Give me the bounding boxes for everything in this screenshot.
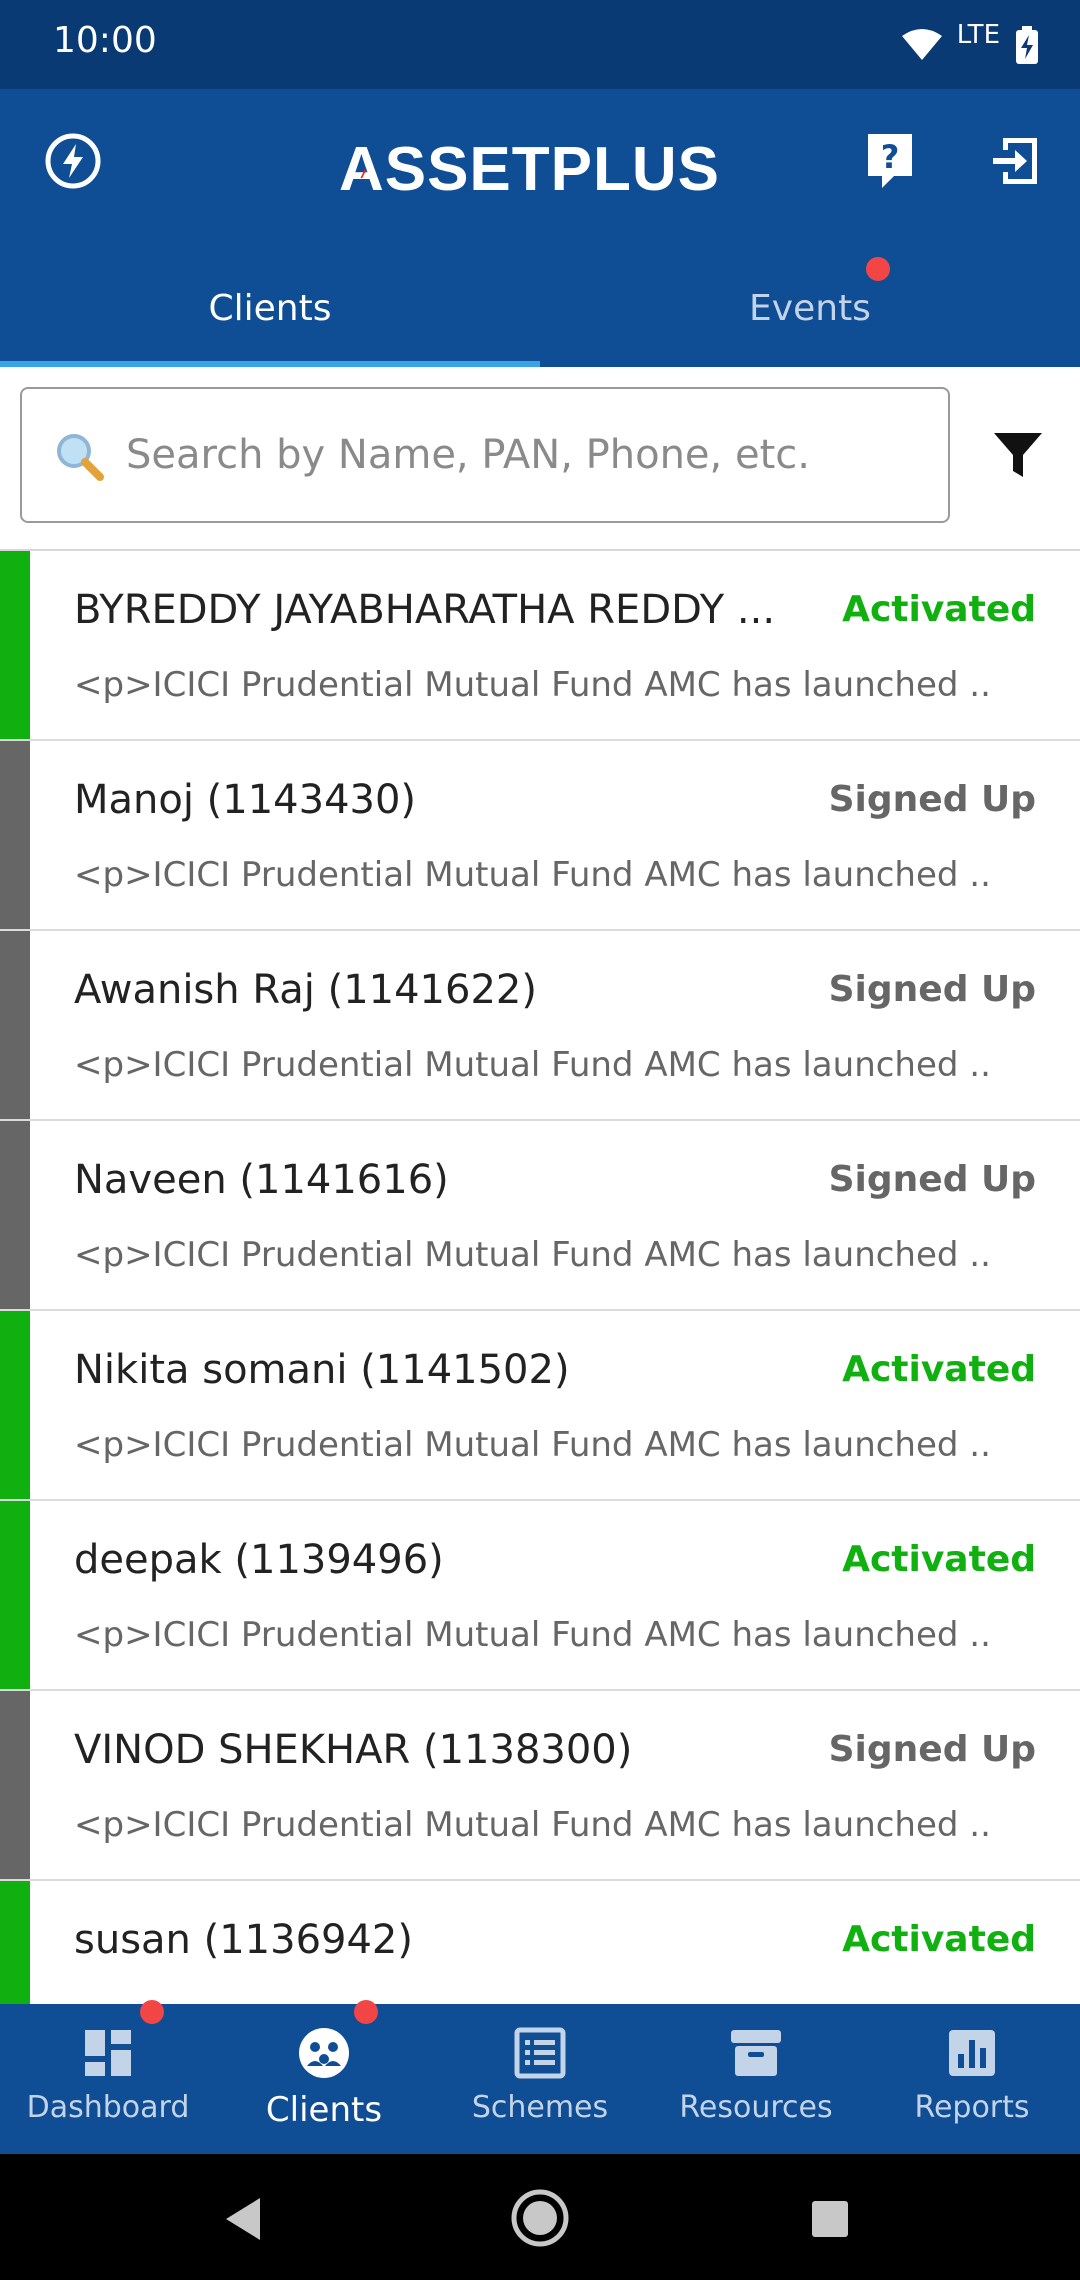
search-row: Search by Name, PAN, Phone, etc. — [0, 367, 1080, 551]
dashboard-notification-dot — [140, 2000, 164, 2024]
client-name: Naveen (1141616) — [74, 1157, 449, 1203]
filter-icon[interactable] — [990, 427, 1046, 483]
client-name: BYREDDY JAYABHARATHA REDDY ... — [74, 587, 776, 633]
client-status: Activated — [842, 1539, 1036, 1580]
help-icon: ? — [868, 134, 912, 188]
quick-actions-button[interactable] — [33, 121, 113, 201]
client-message-preview: <p>ICICI Prudential Mutual Fund AMC has … — [74, 1235, 994, 1275]
nav-schemes[interactable]: Schemes — [432, 2004, 648, 2154]
resources-icon — [731, 2030, 781, 2076]
logout-icon — [993, 138, 1037, 184]
tab-bar: Clients Events — [0, 249, 1080, 367]
client-row[interactable]: Awanish Raj (1141622) Signed Up <p>ICICI P… — [0, 931, 1080, 1121]
status-indicator-bar — [0, 741, 30, 929]
back-icon[interactable] — [222, 2196, 264, 2242]
client-name: susan (1136942) — [74, 1917, 413, 1963]
events-notification-dot — [866, 257, 890, 281]
client-status: Activated — [842, 1349, 1036, 1390]
client-name: deepak (1139496) — [74, 1537, 444, 1583]
client-row[interactable]: susan (1136942) Activated — [0, 1881, 1080, 2004]
network-type: LTE — [956, 20, 1000, 50]
status-indicator-bar — [0, 1881, 30, 2004]
dashboard-icon — [85, 2030, 131, 2076]
nav-resources-label: Resources — [679, 2090, 833, 2125]
wifi-icon — [901, 29, 942, 60]
nav-resources[interactable]: Resources — [648, 2004, 864, 2154]
nav-dashboard-label: Dashboard — [26, 2090, 190, 2125]
battery-charging-icon — [1016, 26, 1038, 64]
client-status: Signed Up — [828, 779, 1036, 820]
tab-clients[interactable]: Clients — [0, 249, 540, 367]
app-bar: ASSETPLUS ? Clients Events — [0, 89, 1080, 367]
client-message-preview: <p>ICICI Prudential Mutual Fund AMC has … — [74, 665, 994, 705]
status-bar: 10:00 LTE — [0, 0, 1080, 89]
status-time: 10:00 — [53, 20, 157, 61]
status-indicator-bar — [0, 1691, 30, 1879]
client-status: Activated — [842, 1919, 1036, 1960]
client-message-preview: <p>ICICI Prudential Mutual Fund AMC has … — [74, 1425, 994, 1465]
status-icons: LTE — [901, 18, 1040, 72]
nav-clients[interactable]: Clients — [216, 2000, 432, 2154]
nav-reports-label: Reports — [914, 2090, 1030, 2125]
client-row[interactable]: BYREDDY JAYABHARATHA REDDY ... Activated <… — [0, 551, 1080, 741]
client-name: Nikita somani (1141502) — [74, 1347, 570, 1393]
search-input[interactable]: Search by Name, PAN, Phone, etc. — [20, 387, 950, 523]
nav-reports[interactable]: Reports — [864, 2004, 1080, 2154]
client-name: Awanish Raj (1141622) — [74, 967, 537, 1013]
status-indicator-bar — [0, 1311, 30, 1499]
logo-mark-icon — [360, 168, 366, 179]
status-indicator-bar — [0, 931, 30, 1119]
status-indicator-bar — [0, 551, 30, 739]
schemes-icon — [514, 2027, 566, 2079]
client-row[interactable]: VINOD SHEKHAR (1138300) Signed Up <p>ICICI… — [0, 1691, 1080, 1881]
client-status: Signed Up — [828, 969, 1036, 1010]
logout-button[interactable] — [976, 121, 1056, 201]
help-button[interactable]: ? — [850, 121, 930, 201]
status-indicator-bar — [0, 1501, 30, 1689]
logo-text: ASSETPLUS — [338, 134, 720, 204]
client-message-preview: <p>ICICI Prudential Mutual Fund AMC has … — [74, 1805, 994, 1845]
client-list: BYREDDY JAYABHARATHA REDDY ... Activated <… — [0, 551, 1080, 2004]
system-nav-bar — [0, 2154, 1080, 2280]
client-status: Activated — [842, 589, 1036, 630]
nav-schemes-label: Schemes — [471, 2090, 609, 2125]
bolt-circle-icon — [45, 133, 101, 189]
client-status: Signed Up — [828, 1159, 1036, 1200]
nav-dashboard[interactable]: Dashboard — [0, 2000, 216, 2154]
client-status: Signed Up — [828, 1729, 1036, 1770]
status-indicator-bar — [0, 1121, 30, 1309]
client-message-preview: <p>ICICI Prudential Mutual Fund AMC has … — [74, 1045, 994, 1085]
svg-text:?: ? — [881, 138, 900, 176]
client-row[interactable]: Naveen (1141616) Signed Up <p>ICICI Pruden… — [0, 1121, 1080, 1311]
reports-icon — [949, 2030, 995, 2076]
nav-clients-label: Clients — [265, 2090, 383, 2130]
client-message-preview: <p>ICICI Prudential Mutual Fund AMC has … — [74, 1615, 994, 1655]
client-row[interactable]: deepak (1139496) Activated <p>ICICI Pruden… — [0, 1501, 1080, 1691]
search-icon — [57, 434, 104, 481]
assetplus-logo: ASSETPLUS — [339, 129, 720, 209]
client-row[interactable]: Manoj (1143430) Signed Up <p>ICICI Prudent… — [0, 741, 1080, 931]
recents-icon[interactable] — [810, 2199, 850, 2239]
client-name: Manoj (1143430) — [74, 777, 417, 823]
clients-notification-dot — [354, 2000, 378, 2024]
clients-icon — [299, 2028, 349, 2078]
tab-clients-label: Clients — [208, 287, 332, 329]
bottom-nav: Dashboard Clients Schemes Resources Repo… — [0, 2000, 1080, 2154]
home-icon[interactable] — [510, 2188, 570, 2248]
tab-events[interactable]: Events — [540, 249, 1080, 367]
search-placeholder: Search by Name, PAN, Phone, etc. — [126, 432, 810, 478]
client-row[interactable]: Nikita somani (1141502) Activated <p>ICICI… — [0, 1311, 1080, 1501]
client-message-preview: <p>ICICI Prudential Mutual Fund AMC has … — [74, 855, 994, 895]
client-name: VINOD SHEKHAR (1138300) — [74, 1727, 633, 1773]
tab-events-label: Events — [749, 287, 871, 329]
